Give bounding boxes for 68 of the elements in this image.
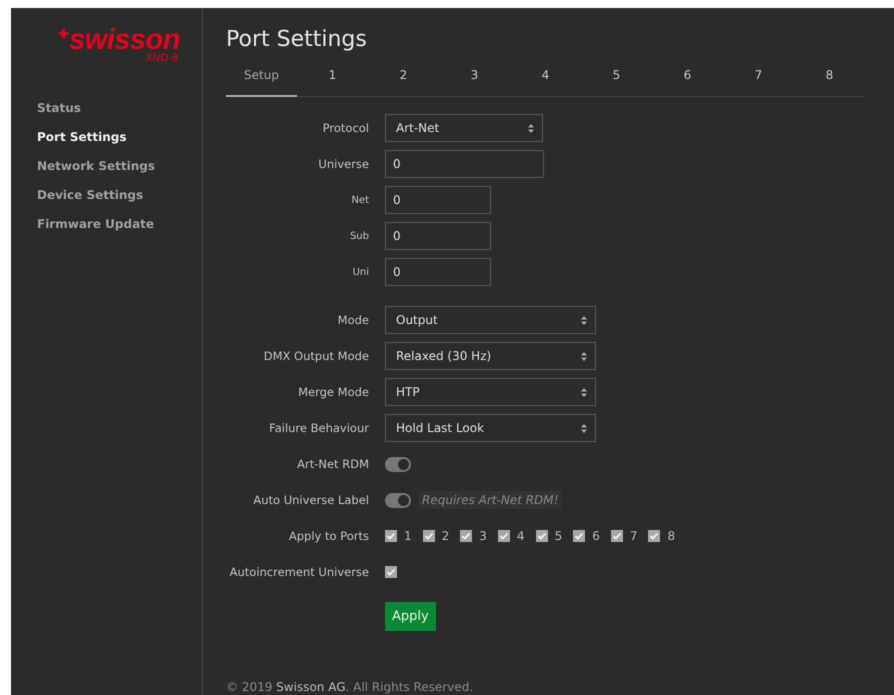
toggle-switch[interactable] bbox=[385, 456, 411, 472]
tab[interactable]: 6 bbox=[652, 61, 723, 97]
page-title: Port Settings bbox=[226, 26, 367, 54]
input-field[interactable]: 0 bbox=[385, 222, 491, 250]
company-link[interactable]: Swisson AG bbox=[276, 680, 346, 694]
dropdown[interactable]: Relaxed (30 Hz) bbox=[385, 342, 596, 370]
sort-arrows-icon bbox=[528, 124, 534, 132]
tab[interactable]: 3 bbox=[439, 61, 510, 97]
sort-arrows-icon bbox=[581, 316, 587, 324]
apply-button[interactable]: Apply bbox=[385, 602, 436, 631]
checkbox-label: 6 bbox=[592, 529, 600, 543]
hint-text: Requires Art-Net RDM! bbox=[419, 491, 562, 509]
dropdown[interactable]: Hold Last Look bbox=[385, 414, 596, 442]
field-label: Uni bbox=[352, 266, 369, 278]
checkbox[interactable] bbox=[422, 530, 435, 542]
copyright-text: © 2019 Swisson AG. All Rights Reserved. bbox=[226, 680, 474, 695]
field-label: Autoincrement Universe bbox=[228, 565, 369, 579]
checkbox[interactable] bbox=[648, 530, 660, 542]
field-label: Failure Behaviour bbox=[268, 421, 369, 435]
checkbox[interactable] bbox=[573, 530, 586, 542]
sidebar-item[interactable]: Status bbox=[37, 94, 81, 123]
tab[interactable]: 5 bbox=[581, 61, 652, 97]
field-label: Art-Net RDM bbox=[296, 457, 369, 471]
sidebar-item[interactable]: Port Settings bbox=[37, 123, 127, 152]
tab[interactable]: 7 bbox=[723, 61, 794, 97]
field-label: Net bbox=[350, 194, 369, 206]
cross-icon bbox=[59, 29, 68, 38]
checkbox-label: 5 bbox=[554, 529, 562, 543]
checkbox-label: 4 bbox=[516, 529, 525, 543]
field-label: Protocol bbox=[322, 121, 369, 135]
model-name: XND-8 bbox=[144, 52, 178, 64]
field-label: Universe bbox=[317, 157, 369, 171]
sort-arrows-icon bbox=[581, 352, 587, 360]
tab[interactable]: 2 bbox=[368, 61, 439, 97]
input-field[interactable]: 0 bbox=[385, 258, 491, 286]
checkbox-label: 2 bbox=[442, 529, 450, 543]
dropdown[interactable]: Output bbox=[385, 306, 596, 334]
dropdown[interactable]: Art-Net bbox=[385, 114, 543, 142]
checkbox-label: 1 bbox=[404, 529, 412, 543]
field-label: Sub bbox=[348, 230, 369, 242]
sort-arrows-icon bbox=[581, 388, 587, 396]
sidebar-item[interactable]: Device Settings bbox=[37, 181, 144, 210]
checkbox-label: 3 bbox=[479, 529, 487, 543]
field-label: Apply to Ports bbox=[288, 529, 369, 543]
field-label: DMX Output Mode bbox=[262, 349, 369, 363]
logo: swisson bbox=[69, 28, 180, 52]
tab[interactable]: 1 bbox=[297, 61, 368, 97]
checkbox[interactable] bbox=[536, 530, 548, 542]
checkbox[interactable] bbox=[610, 530, 623, 542]
checkbox[interactable] bbox=[498, 530, 510, 542]
tab[interactable]: 4 bbox=[510, 61, 581, 97]
input-field[interactable]: 0 bbox=[385, 150, 544, 178]
checkbox[interactable] bbox=[460, 530, 472, 542]
field-label: Merge Mode bbox=[297, 385, 369, 399]
checkbox[interactable] bbox=[385, 530, 397, 542]
sort-arrows-icon bbox=[581, 424, 587, 432]
field-label: Mode bbox=[336, 313, 369, 327]
checkbox-label: 8 bbox=[667, 529, 676, 543]
toggle-switch[interactable] bbox=[385, 492, 411, 508]
sidebar-item[interactable]: Firmware Update bbox=[37, 210, 154, 239]
dropdown[interactable]: HTP bbox=[385, 378, 596, 406]
field-label: Auto Universe Label bbox=[252, 493, 369, 507]
sidebar-item[interactable]: Network Settings bbox=[37, 152, 155, 181]
input-field[interactable]: 0 bbox=[385, 186, 491, 214]
tab[interactable]: Setup bbox=[226, 61, 297, 97]
checkbox-label: 7 bbox=[630, 529, 638, 543]
tab[interactable]: 8 bbox=[794, 61, 865, 97]
checkbox[interactable] bbox=[385, 566, 397, 578]
